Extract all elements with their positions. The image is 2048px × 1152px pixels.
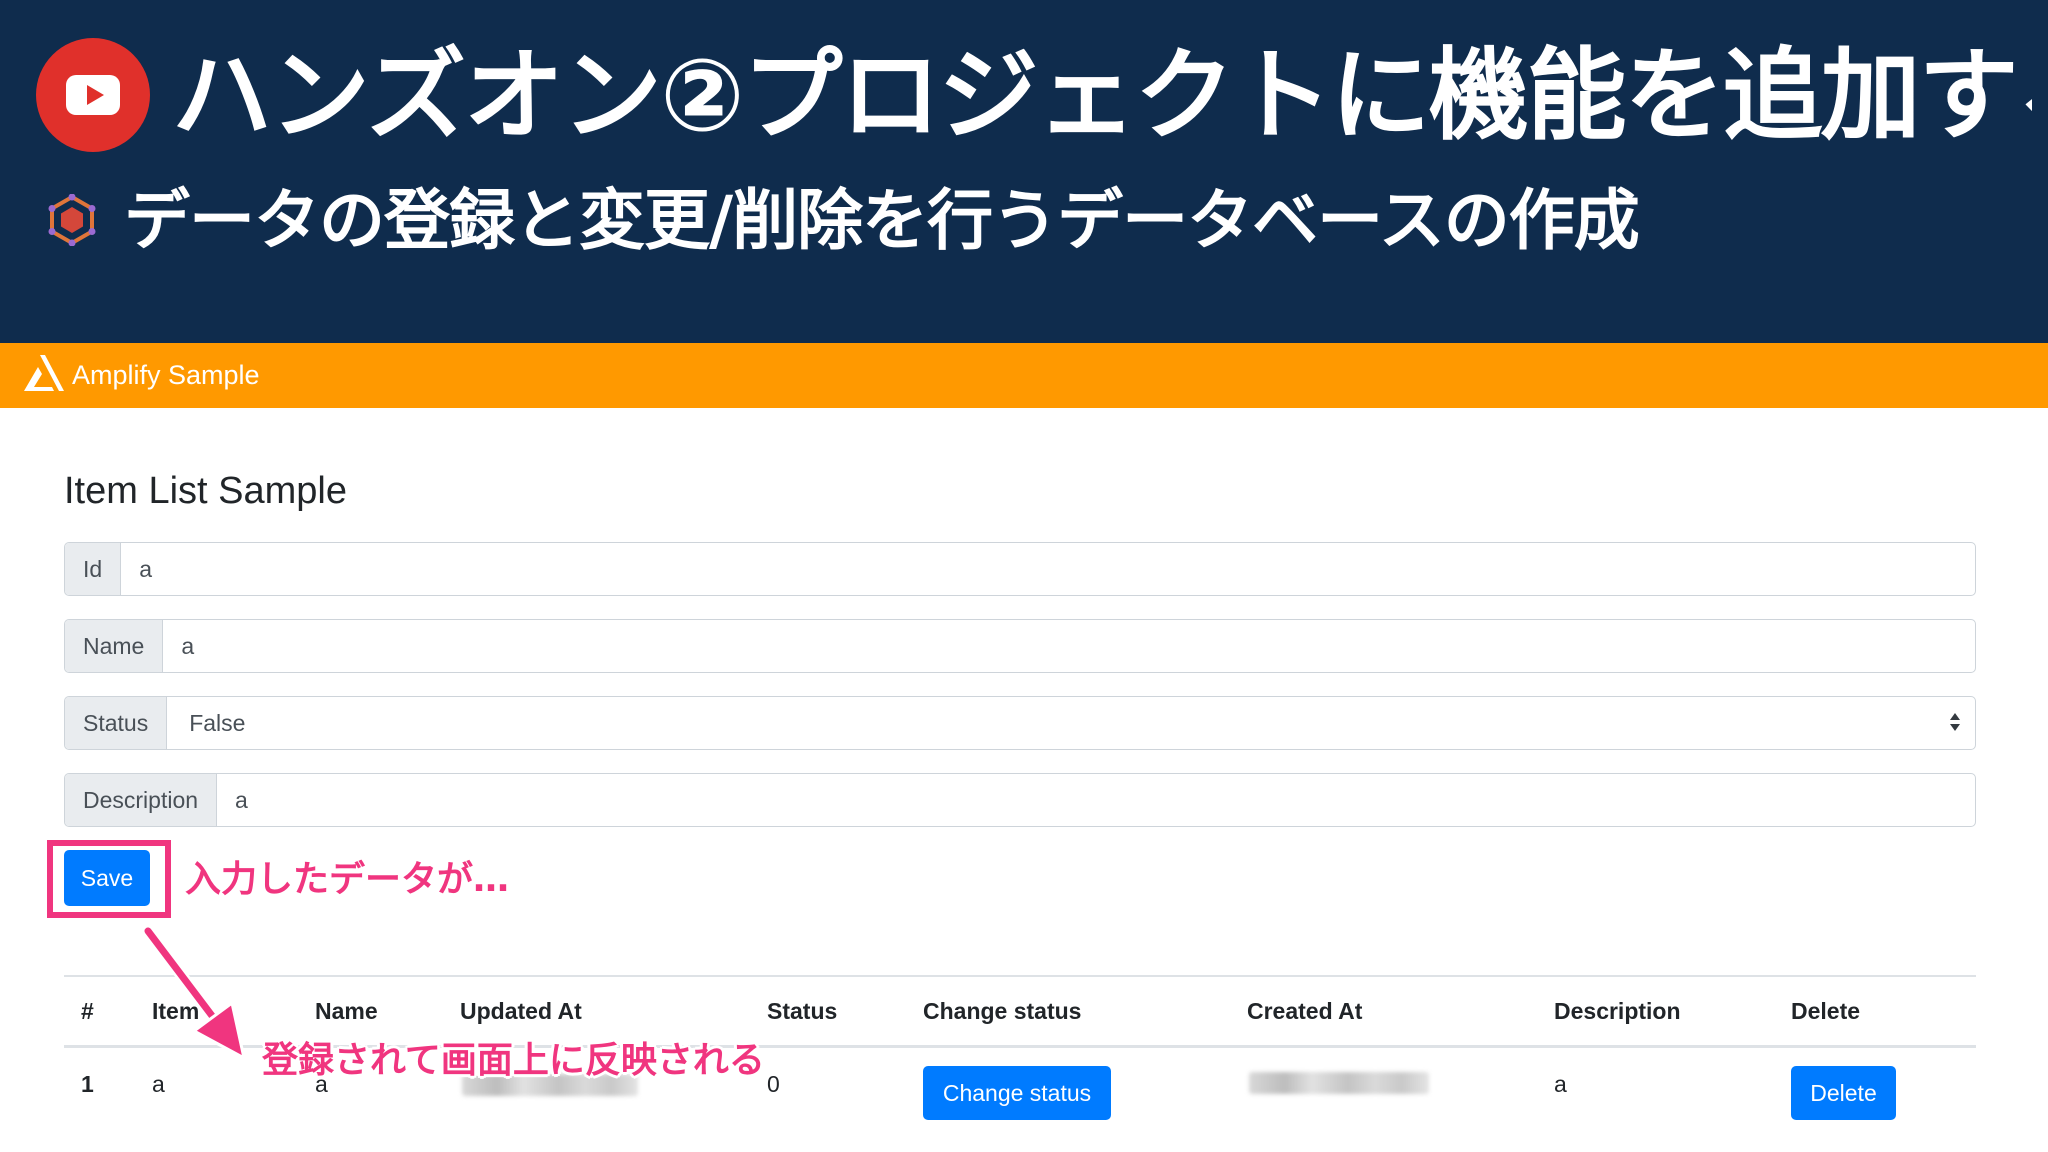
row-description: a [1554,1071,1567,1097]
navbar-brand[interactable]: Amplify Sample [72,343,260,408]
header-index: # [81,998,94,1024]
banner-title: ハンズオン②プロジェクトに機能を追加する [172,37,2032,154]
description-input-group: Description a [64,773,1976,827]
name-label: Name [65,620,164,672]
annotation-arrow-icon [142,925,247,1061]
banner-subtitle: データの登録と変更/削除を行うデータベースの作成 [124,182,1640,259]
name-input-group: Name a [64,619,1976,673]
result-annotation: 登録されて画面上に反映される [262,1040,765,1081]
delete-button[interactable]: Delete [1791,1066,1896,1120]
name-input[interactable]: a [163,620,1975,672]
input-annotation: 入力したデータが… [185,859,510,900]
page-title: Item List Sample [64,470,347,512]
description-label: Description [65,774,218,826]
header-name: Name [315,998,378,1024]
header-status: Status [767,998,838,1024]
row-index: 1 [81,1071,94,1097]
row-created-at-blurred [1249,1072,1429,1094]
description-input[interactable]: a [217,774,1975,826]
header-delete: Delete [1791,998,1861,1024]
id-label: Id [65,543,122,595]
status-select-value: False [189,709,246,736]
change-status-button[interactable]: Change status [923,1066,1111,1120]
status-label: Status [65,697,168,749]
header-description: Description [1554,998,1681,1024]
header-updated-at: Updated At [460,998,582,1024]
hexagon-icon [48,194,96,246]
header-change-status: Change status [923,998,1082,1024]
row-item: a [152,1071,165,1097]
save-button[interactable]: Save [64,850,150,906]
status-select-group: Status False [64,696,1976,750]
table-top-border [64,975,1976,977]
id-input-group: Id a [64,542,1976,596]
select-arrows-icon [1949,713,1961,733]
navbar: Amplify Sample [0,343,2048,408]
youtube-play-icon [36,38,150,152]
status-select[interactable]: False [167,697,1975,749]
row-status: 0 [767,1071,780,1097]
id-input[interactable]: a [121,543,1975,595]
video-banner: ハンズオン②プロジェクトに機能を追加する データの登録と変更/削除を行うデータベ… [0,0,2048,343]
header-created-at: Created At [1247,998,1363,1024]
amplify-logo-icon[interactable] [22,353,66,393]
